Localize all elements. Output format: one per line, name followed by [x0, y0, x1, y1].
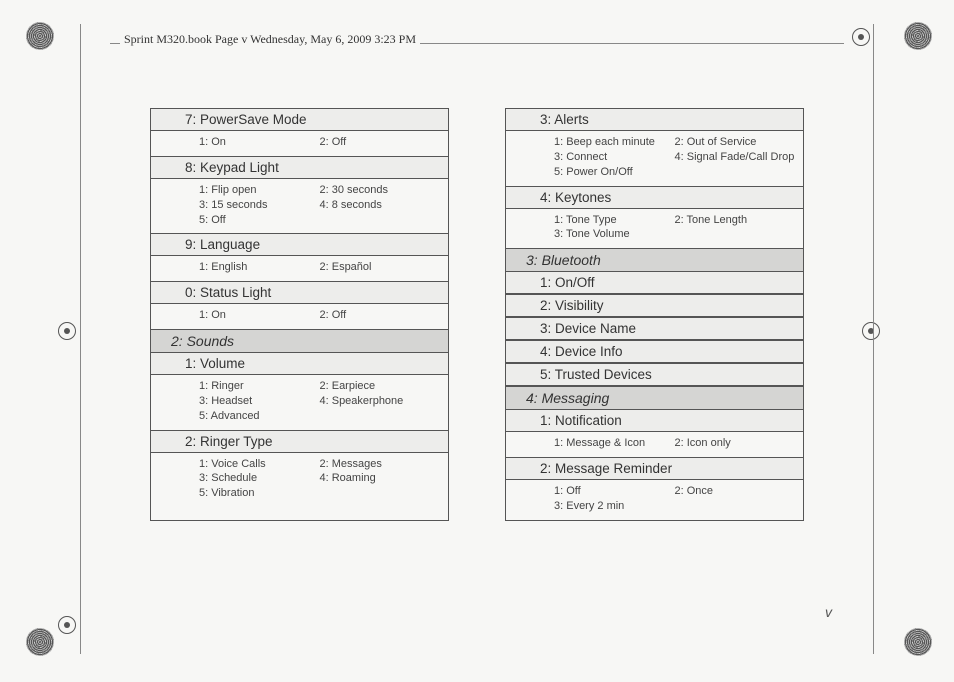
registration-mark-icon — [26, 628, 54, 656]
menu-column-right: 3: Alerts 1: Beep each minute2: Out of S… — [505, 108, 804, 521]
menu-sub: 2: Message Reminder — [506, 457, 803, 480]
menu-options: 1: On2: Off — [151, 131, 448, 156]
menu-sub: 9: Language — [151, 233, 448, 256]
menu-sub: 3: Alerts — [506, 109, 803, 131]
menu-options: 1: Message & Icon2: Icon only — [506, 432, 803, 457]
menu-sub: 1: On/Off — [506, 272, 803, 294]
menu-options: 1: Beep each minute2: Out of Service 3: … — [506, 131, 803, 186]
menu-options: 1: Tone Type2: Tone Length 3: Tone Volum… — [506, 209, 803, 249]
registration-mark-icon — [904, 628, 932, 656]
menu-sub: 4: Device Info — [506, 340, 803, 363]
menu-sub: 0: Status Light — [151, 281, 448, 304]
menu-section: 2: Sounds — [151, 329, 448, 353]
page-header: Sprint M320.book Page v Wednesday, May 6… — [120, 32, 420, 47]
menu-sub: 2: Visibility — [506, 294, 803, 317]
menu-sub: 1: Notification — [506, 410, 803, 432]
menu-sub: 4: Keytones — [506, 186, 803, 209]
menu-section: 3: Bluetooth — [506, 248, 803, 272]
menu-options: 1: English2: Español — [151, 256, 448, 281]
menu-options: 1: Off2: Once 3: Every 2 min — [506, 480, 803, 520]
menu-options: 1: On2: Off — [151, 304, 448, 329]
menu-sub: 3: Device Name — [506, 317, 803, 340]
registration-mark-icon — [26, 22, 54, 50]
menu-section: 4: Messaging — [506, 386, 803, 410]
menu-sub: 2: Ringer Type — [151, 430, 448, 453]
menu-sub: 7: PowerSave Mode — [151, 109, 448, 131]
menu-column-left: 7: PowerSave Mode 1: On2: Off 8: Keypad … — [150, 108, 449, 521]
menu-sub: 8: Keypad Light — [151, 156, 448, 179]
menu-options: 1: Voice Calls2: Messages 3: Schedule4: … — [151, 453, 448, 508]
menu-sub: 5: Trusted Devices — [506, 363, 803, 386]
menu-sub: 1: Volume — [151, 353, 448, 375]
page-number: v — [825, 604, 832, 620]
menu-options: 1: Ringer2: Earpiece 3: Headset4: Speake… — [151, 375, 448, 430]
menu-options: 1: Flip open2: 30 seconds 3: 15 seconds4… — [151, 179, 448, 234]
registration-mark-icon — [904, 22, 932, 50]
